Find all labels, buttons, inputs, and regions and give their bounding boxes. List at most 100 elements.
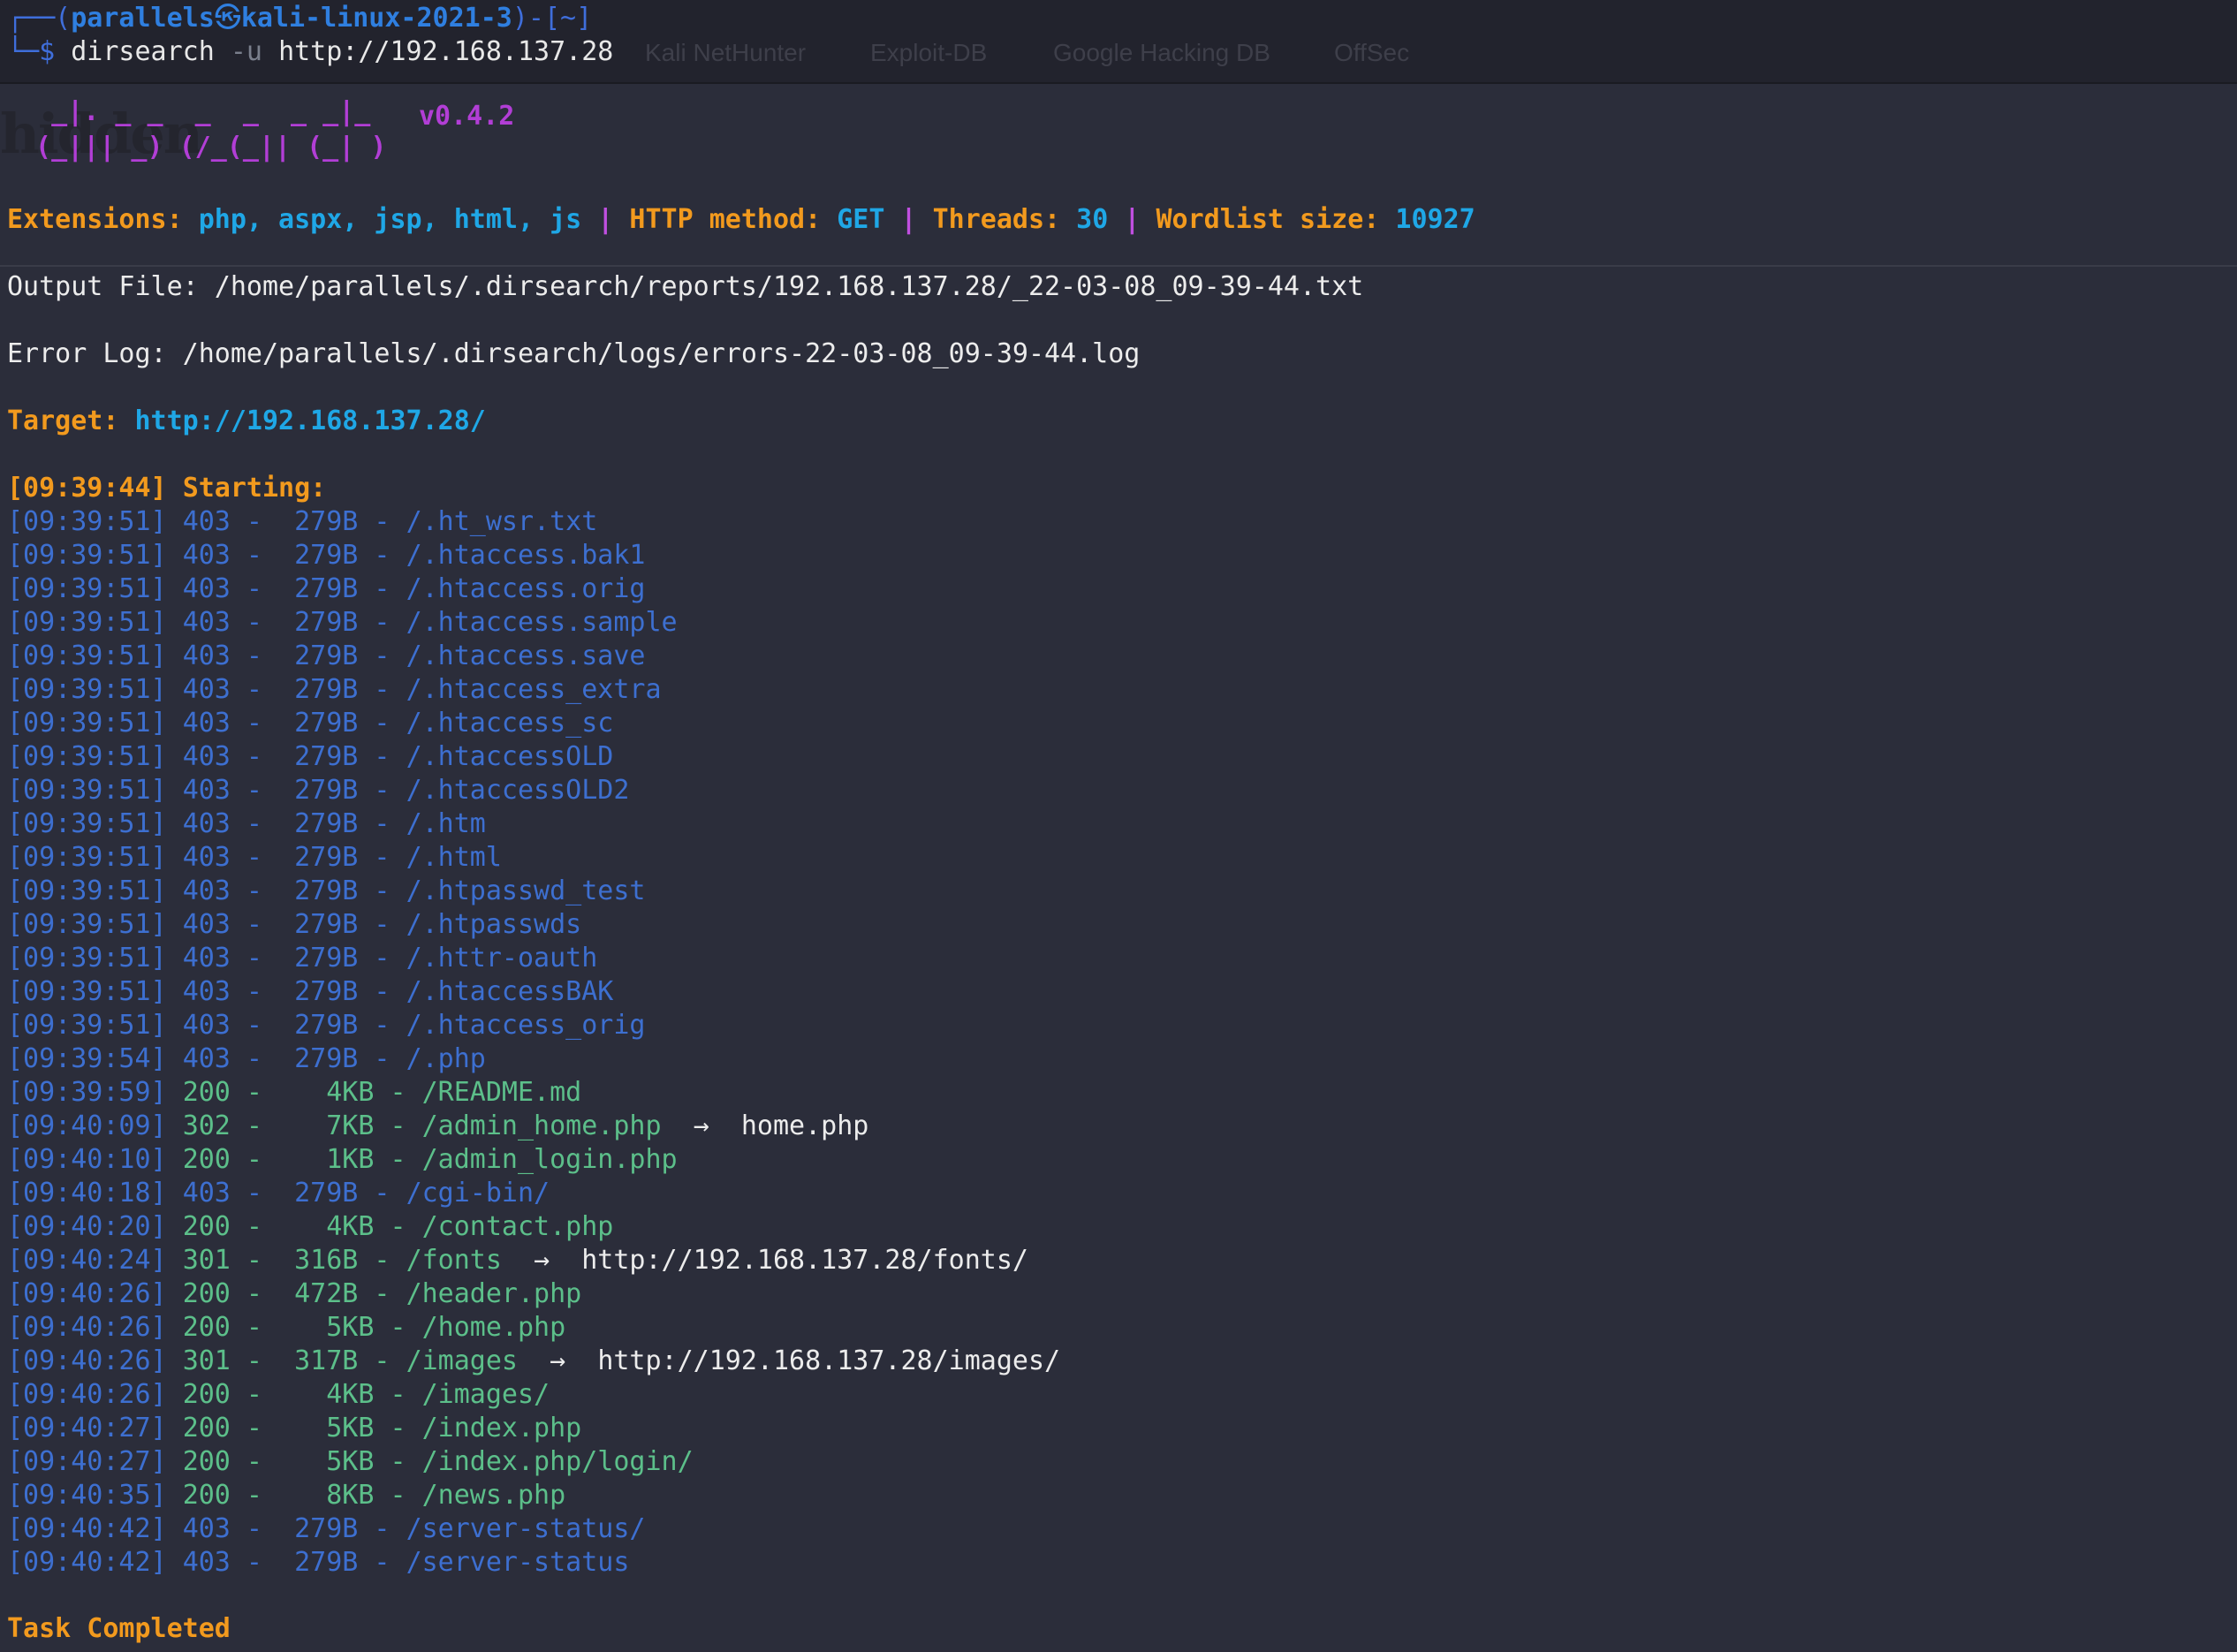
result-path[interactable]: /cgi-bin/ [406, 1178, 550, 1209]
result-dash: - [358, 708, 406, 739]
result-row: [09:39:51] 403 - 279B - /.htpasswds [7, 908, 581, 942]
redirect-arrow-icon: → [534, 1245, 550, 1276]
result-size: 279B [278, 708, 359, 739]
result-size: 279B [278, 674, 359, 705]
result-dash: - [358, 1547, 406, 1578]
result-row: [09:40:26] 200 - 4KB - /images/ [7, 1378, 550, 1412]
result-dash: - [230, 976, 279, 1007]
result-path[interactable]: /.htaccess_extra [406, 674, 662, 705]
result-path[interactable]: /.htpasswds [406, 909, 582, 940]
result-path[interactable]: /index.php/login/ [422, 1446, 694, 1477]
result-path[interactable]: /.htaccess.orig [406, 573, 646, 604]
result-dash: - [230, 640, 279, 671]
result-time: [09:40:27] [7, 1413, 167, 1444]
result-dash: - [230, 1077, 279, 1108]
result-path[interactable]: /home.php [422, 1312, 566, 1343]
result-path[interactable]: /.htaccess_orig [406, 1010, 646, 1041]
result-dash: - [374, 1446, 422, 1477]
result-path[interactable]: /.htaccessOLD2 [406, 775, 630, 806]
result-code: 403 [182, 775, 231, 806]
redirect-target[interactable]: http://192.168.137.28/fonts/ [581, 1245, 1028, 1276]
result-code: 403 [182, 741, 231, 772]
result-size: 316B [278, 1245, 359, 1276]
result-dash: - [358, 573, 406, 604]
result-row: [09:39:51] 403 - 279B - /.htaccess_extra [7, 673, 662, 707]
result-time: [09:39:51] [7, 1010, 167, 1041]
threads-label: Threads: [932, 204, 1061, 235]
result-path[interactable]: /server-status [406, 1547, 630, 1578]
result-path[interactable]: /.htpasswd_test [406, 875, 646, 906]
command-line[interactable]: └─$ dirsearch -u http://192.168.137.28 [7, 35, 613, 69]
result-path[interactable]: /admin_home.php [422, 1110, 662, 1141]
result-dash: - [230, 708, 279, 739]
error-log-line: Error Log: /home/parallels/.dirsearch/lo… [7, 338, 1141, 369]
result-path[interactable]: /news.php [422, 1480, 566, 1511]
result-code: 403 [182, 1513, 231, 1544]
result-path[interactable]: /index.php [422, 1413, 582, 1444]
result-code: 200 [182, 1278, 231, 1309]
result-size: 5KB [278, 1446, 375, 1477]
result-code: 403 [182, 506, 231, 537]
result-code: 403 [182, 976, 231, 1007]
result-row: [09:40:24] 301 - 316B - /fonts → http://… [7, 1244, 1028, 1277]
method-label: HTTP method: [629, 204, 822, 235]
result-path[interactable]: /fonts [406, 1245, 502, 1276]
result-row: [09:39:51] 403 - 279B - /.htaccess_orig [7, 1009, 646, 1042]
result-path[interactable]: /.htaccess.sample [406, 607, 678, 638]
redirect-target[interactable]: home.php [741, 1110, 869, 1141]
result-row: [09:40:10] 200 - 1KB - /admin_login.php [7, 1143, 678, 1177]
result-time: [09:39:51] [7, 842, 167, 873]
result-dash: - [358, 775, 406, 806]
result-path[interactable]: /server-status/ [406, 1513, 646, 1544]
result-code: 403 [182, 607, 231, 638]
result-path[interactable]: /.httr-oauth [406, 943, 598, 974]
result-row: [09:39:51] 403 - 279B - /.htaccess.save [7, 640, 646, 673]
result-path[interactable]: /.htaccessBAK [406, 976, 614, 1007]
result-path[interactable]: /.htaccess_sc [406, 708, 614, 739]
result-path[interactable]: /contact.php [422, 1211, 614, 1242]
result-time: [09:40:26] [7, 1278, 167, 1309]
result-path[interactable]: /admin_login.php [422, 1144, 678, 1175]
result-path[interactable]: /.php [406, 1043, 486, 1074]
result-path[interactable]: /images [406, 1345, 518, 1376]
starting-line: [09:39:44] Starting: [7, 472, 326, 505]
result-time: [09:39:51] [7, 875, 167, 906]
target-line: Target: http://192.168.137.28/ [7, 405, 486, 438]
result-code: 403 [182, 943, 231, 974]
result-size: 279B [278, 1513, 359, 1544]
result-path[interactable]: /README.md [422, 1077, 582, 1108]
result-dash: - [230, 1345, 279, 1376]
result-dash: - [358, 674, 406, 705]
result-path[interactable]: /.htaccessOLD [406, 741, 614, 772]
result-dash: - [358, 1010, 406, 1041]
result-size: 4KB [278, 1211, 375, 1242]
result-size: 279B [278, 775, 359, 806]
result-dash: - [230, 1144, 279, 1175]
result-time: [09:39:51] [7, 708, 167, 739]
result-path[interactable]: /header.php [406, 1278, 582, 1309]
prompt-line: ┌──(parallels㉿kali-linux-2021-3)-[~] [7, 2, 592, 35]
terminal-window[interactable]: Kali NetHunter Exploit-DB Google Hacking… [0, 0, 2237, 1652]
redirect-target[interactable]: http://192.168.137.28/images/ [597, 1345, 1060, 1376]
result-path[interactable]: /.htaccess.bak1 [406, 540, 646, 571]
starting-time: [09:39:44] [7, 473, 167, 504]
result-path[interactable]: /.htm [406, 808, 486, 839]
result-dash: - [230, 1278, 279, 1309]
result-dash: - [358, 1345, 406, 1376]
result-path[interactable]: /.ht_wsr.txt [406, 506, 598, 537]
result-dash: - [358, 1278, 406, 1309]
result-row: [09:39:51] 403 - 279B - /.htaccess.sampl… [7, 606, 678, 640]
result-size: 279B [278, 1547, 359, 1578]
result-size: 279B [278, 909, 359, 940]
prompt-at-symbol: ㉿ [214, 3, 241, 34]
result-path[interactable]: /.htaccess.save [406, 640, 646, 671]
result-code: 403 [182, 640, 231, 671]
result-dash: - [230, 506, 279, 537]
target-url[interactable]: http://192.168.137.28/ [135, 405, 486, 436]
result-path[interactable]: /.html [406, 842, 502, 873]
result-time: [09:40:42] [7, 1513, 167, 1544]
result-dash: - [358, 640, 406, 671]
bg-tab-exploitdb: Exploit-DB [870, 39, 988, 66]
config-line: Extensions: php, aspx, jsp, html, js | H… [7, 203, 1475, 237]
result-path[interactable]: /images/ [422, 1379, 550, 1410]
